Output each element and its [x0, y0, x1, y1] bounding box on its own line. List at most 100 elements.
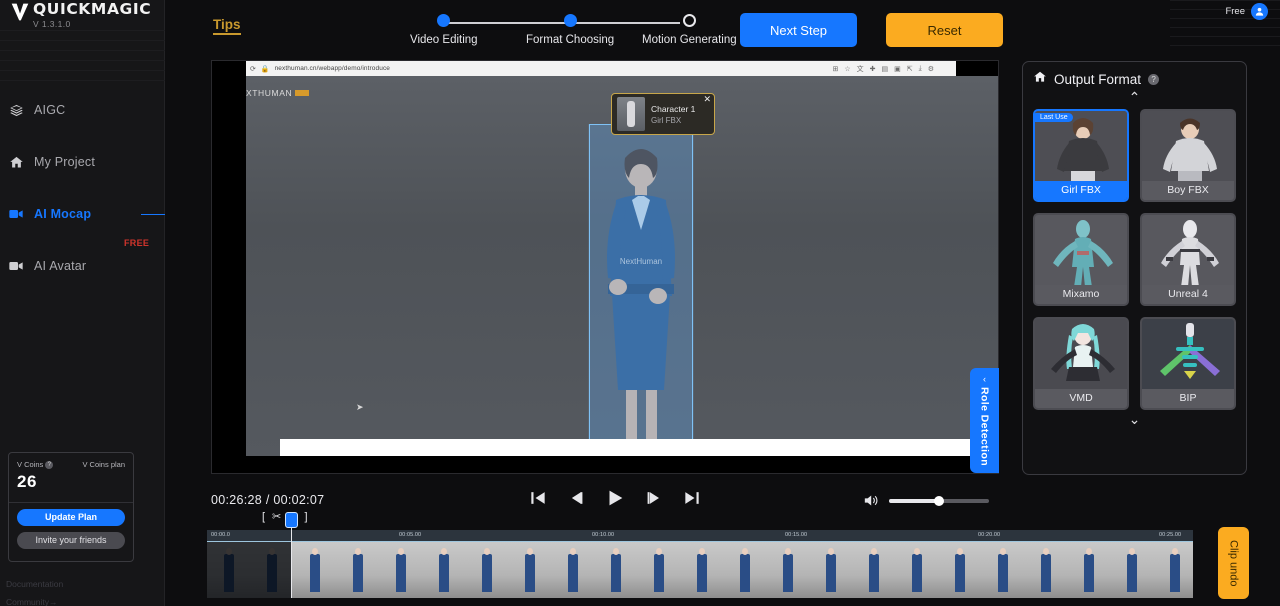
format-card-unreal4[interactable]: Unreal 4: [1140, 213, 1236, 306]
plus-icon[interactable]: ✚: [870, 65, 876, 73]
browser-url[interactable]: nexthuman.cn/webapp/demo/introduce: [275, 65, 390, 72]
volume-icon[interactable]: [862, 492, 879, 509]
output-format-title: Output Format: [1054, 72, 1141, 87]
reset-button[interactable]: Reset: [886, 13, 1003, 47]
timeline-frame[interactable]: [852, 542, 895, 598]
timeline-frame[interactable]: [1067, 542, 1110, 598]
step-back-button[interactable]: [566, 488, 586, 508]
output-format-panel: Output Format ? ⌃ Last Use Girl FBX: [1022, 61, 1247, 475]
format-label-vmd: VMD: [1035, 389, 1127, 408]
timeline-frame[interactable]: [1153, 542, 1193, 598]
format-card-girl-fbx[interactable]: Last Use Girl FBX: [1033, 109, 1129, 202]
frame-forward-icon: [644, 488, 664, 508]
sidebar-item-ai-mocap[interactable]: AI Mocap: [0, 200, 165, 228]
skip-start-button[interactable]: [528, 488, 548, 508]
skip-next-icon: [682, 488, 702, 508]
account-plan-label: Free: [1225, 6, 1245, 17]
timeline-frame[interactable]: [938, 542, 981, 598]
download-icon[interactable]: ⤓: [919, 65, 922, 73]
volume-slider[interactable]: [889, 499, 989, 503]
chevron-down-icon[interactable]: ⌄: [1033, 413, 1236, 425]
step-dot: [437, 14, 450, 27]
bookmark-star-icon[interactable]: ☆: [844, 65, 850, 73]
timeline-frame[interactable]: [465, 542, 508, 598]
plan-coins-section: V Coins ? V Coins plan 26: [9, 453, 133, 503]
timeline-frame[interactable]: [508, 542, 551, 598]
v-coins-plan-label: V Coins plan: [82, 460, 125, 469]
character-card[interactable]: Character 1 Girl FBX ✕: [611, 93, 715, 135]
timeline-frame[interactable]: [1110, 542, 1153, 598]
timeline-frame[interactable]: [766, 542, 809, 598]
notes-icon[interactable]: ▤: [881, 65, 888, 73]
step-forward-button[interactable]: [644, 488, 664, 508]
documentation-link[interactable]: Documentation: [6, 575, 63, 593]
brand-logo[interactable]: QUICKMAGIC V 1.3.1.0: [10, 2, 151, 29]
mixamo-thumb-icon: [1035, 215, 1129, 289]
sidebar-item-aigc[interactable]: AIGC: [0, 96, 165, 124]
format-card-vmd[interactable]: VMD: [1033, 317, 1129, 410]
step-motion-generating[interactable]: Motion Generating: [642, 14, 737, 46]
timeline-frame[interactable]: [336, 542, 379, 598]
invite-friends-button[interactable]: Invite your friends: [17, 532, 125, 549]
format-card-bip[interactable]: BIP: [1140, 317, 1236, 410]
clipboard-icon[interactable]: ▣: [894, 65, 901, 73]
timeline-frame-strip[interactable]: [207, 542, 1193, 598]
timeline-frame[interactable]: [637, 542, 680, 598]
playhead-handle[interactable]: [285, 512, 298, 528]
translate-icon[interactable]: 文: [857, 64, 864, 74]
sidebar-item-label-aigc: AIGC: [34, 103, 65, 117]
plan-box: V Coins ? V Coins plan 26 Update Plan In…: [8, 452, 134, 562]
timeline-frame[interactable]: [723, 542, 766, 598]
help-icon[interactable]: ?: [45, 461, 53, 469]
avatar[interactable]: [1251, 3, 1268, 20]
playhead[interactable]: [291, 520, 292, 598]
refresh-icon[interactable]: ⟳: [250, 65, 256, 73]
format-card-mixamo[interactable]: Mixamo: [1033, 213, 1129, 306]
video-stage[interactable]: XTHUMAN NextHuman: [246, 76, 998, 456]
timeline-frame[interactable]: [594, 542, 637, 598]
timeline-frame[interactable]: [981, 542, 1024, 598]
community-link[interactable]: Community→: [6, 593, 63, 606]
step-format-choosing[interactable]: Format Choosing: [526, 14, 614, 46]
account-area[interactable]: Free: [1225, 0, 1268, 22]
timeline-frame[interactable]: [895, 542, 938, 598]
chevron-up-icon[interactable]: ⌃: [1033, 91, 1236, 103]
brand-version: V 1.3.1.0: [33, 19, 151, 29]
sidebar-item-ai-avatar[interactable]: AI Avatar: [0, 252, 165, 280]
role-detection-tab[interactable]: ‹ Role Detection: [970, 368, 999, 473]
extension-icon[interactable]: ⊞: [832, 65, 838, 73]
video-player[interactable]: ⟳ 🔒 nexthuman.cn/webapp/demo/introduce ⊞…: [211, 60, 999, 474]
volume-knob[interactable]: [934, 496, 944, 506]
play-button[interactable]: [604, 487, 626, 509]
clip-undo-button[interactable]: Clip undo: [1218, 527, 1249, 599]
sidebar-item-my-project[interactable]: My Project: [0, 148, 165, 176]
tips-link[interactable]: Tips: [213, 17, 241, 35]
timeline[interactable]: 00:00.0 00:05.00 00:10.00 00:15.00 00:20…: [207, 530, 1193, 598]
step-video-editing[interactable]: Video Editing: [410, 14, 478, 46]
skip-end-button[interactable]: [682, 488, 702, 508]
output-format-header: Output Format ?: [1033, 70, 1236, 89]
next-step-button[interactable]: Next Step: [740, 13, 857, 47]
close-icon[interactable]: ✕: [703, 95, 711, 104]
last-use-badge: Last Use: [1035, 113, 1073, 122]
timeline-ruler[interactable]: 00:00.0 00:05.00 00:10.00 00:15.00 00:20…: [207, 530, 1193, 542]
update-plan-button[interactable]: Update Plan: [17, 509, 125, 526]
step-dot: [683, 14, 696, 27]
share-icon[interactable]: ⇱: [907, 65, 913, 73]
settings-icon[interactable]: ⚙: [928, 65, 934, 73]
home-icon: [4, 155, 28, 170]
format-card-boy-fbx[interactable]: Boy FBX: [1140, 109, 1236, 202]
timeline-frame[interactable]: [293, 542, 336, 598]
timeline-frame[interactable]: [809, 542, 852, 598]
help-icon[interactable]: ?: [1148, 74, 1159, 85]
volume-control[interactable]: [862, 492, 989, 509]
timeline-frame[interactable]: [680, 542, 723, 598]
timeline-frame[interactable]: [422, 542, 465, 598]
timeline-frame[interactable]: [1024, 542, 1067, 598]
timeline-frame[interactable]: [379, 542, 422, 598]
character-selection-box[interactable]: [589, 124, 693, 456]
sidebar-item-label-ai-avatar: AI Avatar: [34, 259, 86, 273]
video-icon: [4, 258, 28, 274]
timeline-frame[interactable]: [551, 542, 594, 598]
trimmed-region-overlay: [207, 542, 291, 598]
